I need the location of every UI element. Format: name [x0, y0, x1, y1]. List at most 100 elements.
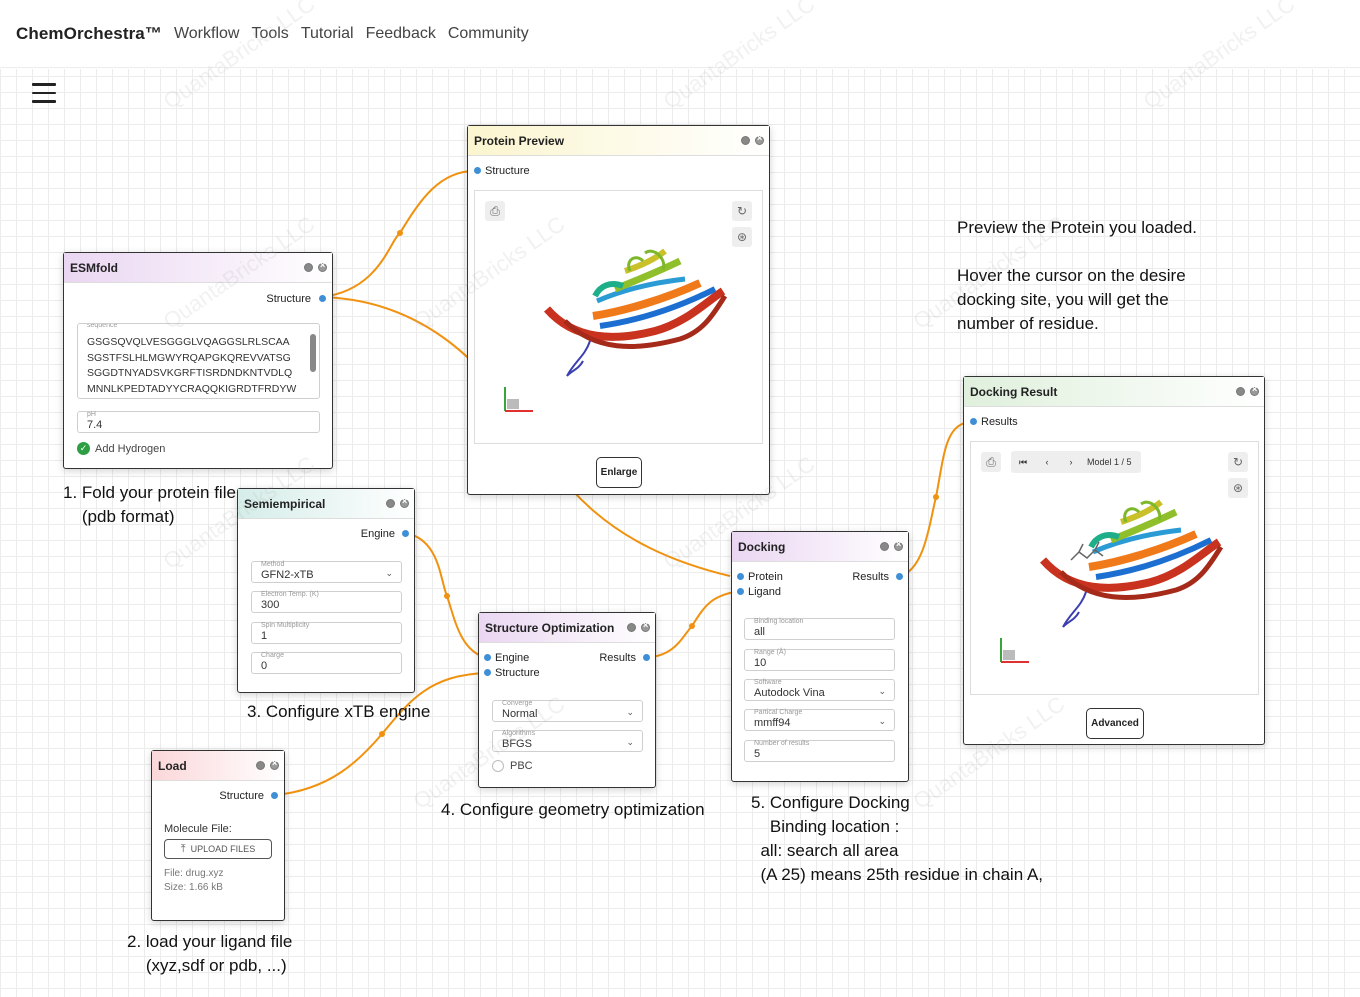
nav-feedback[interactable]: Feedback	[366, 25, 436, 43]
output-port-label: Engine	[360, 527, 395, 540]
input-port[interactable]	[970, 418, 977, 425]
app-brand[interactable]: ChemOrchestra™	[16, 24, 162, 44]
results-output-port[interactable]	[643, 654, 650, 661]
sequence-textarea[interactable]: sequence GSGSQVQLVESGGGLVQAGGSLRLSCAA SG…	[77, 323, 320, 399]
docking-viewer[interactable]: ⎙ ⏮ ‹ › Model 1 / 5 ↻ ⊛	[970, 441, 1259, 695]
add-hydrogen-checkbox[interactable]: ✓ Add Hydrogen	[77, 442, 165, 455]
protein-input-label: Protein	[748, 570, 783, 583]
partial-charge-select[interactable]: Partical Charge mmff94 ⌄	[744, 709, 895, 731]
nav-tools[interactable]: Tools	[251, 25, 288, 43]
annotation-step3: 3. Configure xTB engine	[247, 700, 430, 724]
pbc-label: PBC	[510, 760, 533, 772]
annotation-line: Preview the Protein you loaded.	[957, 218, 1198, 237]
protein-preview-header[interactable]: Protein Preview	[468, 126, 769, 156]
charge-label: Charge	[261, 652, 284, 659]
menu-icon[interactable]	[32, 83, 56, 103]
ph-input[interactable]: pH 7.4	[77, 411, 320, 433]
output-port-label: Structure	[219, 789, 264, 802]
ph-value: 7.4	[87, 419, 103, 431]
ligand-input-port[interactable]	[737, 588, 744, 595]
settings-icon[interactable]	[627, 623, 636, 632]
nav-community[interactable]: Community	[448, 25, 529, 43]
annotation-step4: 4. Configure geometry optimization	[441, 798, 705, 822]
output-port-row: Engine	[238, 526, 414, 541]
charge-input[interactable]: Charge 0	[251, 652, 402, 674]
upload-files-label: UPLOAD FILES	[190, 844, 256, 854]
engine-input-port[interactable]	[484, 654, 491, 661]
upload-icon: ⤒	[180, 842, 186, 855]
load-header[interactable]: Load	[152, 751, 284, 781]
close-icon[interactable]	[641, 620, 650, 632]
converge-select[interactable]: Converge Normal ⌄	[492, 700, 643, 722]
annotation-line	[957, 240, 1197, 264]
upload-files-button[interactable]: ⤒ UPLOAD FILES	[164, 839, 272, 859]
output-port[interactable]	[271, 792, 278, 799]
results-output-label: Results	[852, 570, 889, 583]
structure-optimization-header[interactable]: Structure Optimization	[479, 613, 655, 643]
annotation-step5: 5. Configure Docking Binding location : …	[751, 791, 1043, 887]
range-input[interactable]: Range (Å) 10	[744, 649, 895, 671]
software-select[interactable]: Software Autodock Vina ⌄	[744, 679, 895, 701]
semiempirical-node[interactable]: Semiempirical Engine Method GFN2-xTB ⌄ E…	[237, 488, 415, 693]
settings-icon[interactable]	[386, 499, 395, 508]
number-of-results-label: Number of results	[754, 740, 810, 747]
node-title: Docking Result	[970, 384, 1058, 399]
scrollbar[interactable]	[310, 328, 316, 394]
settings-icon[interactable]	[1236, 387, 1245, 396]
esmfold-node[interactable]: ESMfold Structure sequence GSGSQVQLVESGG…	[63, 252, 333, 469]
annotation-line: (A 25) means 25th residue in chain A,	[751, 865, 1044, 884]
nav-tutorial[interactable]: Tutorial	[301, 25, 354, 43]
node-title: Docking	[738, 539, 786, 554]
docking-ribbon-render	[1000, 499, 1224, 663]
nav-workflow[interactable]: Workflow	[174, 25, 240, 43]
molecule-viewer[interactable]: ⎙ ↻ ⊛	[474, 190, 763, 444]
structure-optimization-node[interactable]: Structure Optimization Engine Results St…	[478, 612, 656, 788]
input-port[interactable]	[474, 167, 481, 174]
annotation-line: 1. Fold your protein file	[63, 483, 236, 502]
docking-node[interactable]: Docking Protein Results Ligand Binding l…	[731, 531, 909, 782]
settings-icon[interactable]	[880, 542, 889, 551]
docking-result-header[interactable]: Docking Result	[964, 377, 1264, 407]
protein-input-port[interactable]	[737, 573, 744, 580]
esmfold-header[interactable]: ESMfold	[64, 253, 332, 283]
electron-temp-value: 300	[261, 599, 280, 611]
annotation-line: 2. load your ligand file	[127, 932, 293, 951]
file-name: File: drug.xyz	[164, 868, 224, 879]
load-node[interactable]: Load Structure Molecule File: ⤒ UPLOAD F…	[151, 750, 285, 921]
results-output-port[interactable]	[896, 573, 903, 580]
close-icon[interactable]	[894, 539, 903, 551]
settings-icon[interactable]	[304, 263, 313, 272]
annotation-step2: 2. load your ligand file (xyz,sdf or pdb…	[127, 930, 292, 978]
close-icon[interactable]	[270, 758, 279, 770]
annotation-line: all: search all area	[751, 841, 899, 860]
output-port[interactable]	[402, 530, 409, 537]
advanced-button[interactable]: Advanced	[1086, 708, 1144, 739]
docking-header[interactable]: Docking	[732, 532, 908, 562]
semiempirical-header[interactable]: Semiempirical	[238, 489, 414, 519]
close-icon[interactable]	[400, 496, 409, 508]
enlarge-button[interactable]: Enlarge	[596, 457, 642, 488]
electron-temp-input[interactable]: Electron Temp. (K) 300	[251, 591, 402, 613]
protein-preview-node[interactable]: Protein Preview Structure ⎙ ↻ ⊛ Enlarge	[467, 125, 770, 495]
number-of-results-input[interactable]: Number of results 5	[744, 740, 895, 762]
close-icon[interactable]	[318, 260, 327, 272]
output-port[interactable]	[319, 295, 326, 302]
range-value: 10	[754, 657, 767, 669]
close-icon[interactable]	[1250, 384, 1259, 396]
settings-icon[interactable]	[256, 761, 265, 770]
close-icon[interactable]	[755, 133, 764, 145]
method-select[interactable]: Method GFN2-xTB ⌄	[251, 561, 402, 583]
output-port-row: Structure	[152, 788, 284, 803]
annotation-step1: 1. Fold your protein file (pdb format)	[63, 481, 236, 529]
structure-input-port[interactable]	[484, 669, 491, 676]
algorithm-select[interactable]: Algorithms BFGS ⌄	[492, 730, 643, 752]
output-port-row: Structure	[64, 291, 332, 306]
settings-icon[interactable]	[741, 136, 750, 145]
spin-multiplicity-input[interactable]: Spin Multiplicity 1	[251, 622, 402, 644]
docking-result-node[interactable]: Docking Result Results ⎙ ⏮ ‹ › Model 1 /…	[963, 376, 1265, 745]
binding-location-value: all	[754, 626, 766, 638]
pbc-checkbox[interactable]: PBC	[492, 760, 533, 772]
port-row-2: Ligand	[732, 584, 908, 599]
binding-location-input[interactable]: Binding location all	[744, 618, 895, 640]
engine-input-label: Engine	[495, 651, 530, 664]
